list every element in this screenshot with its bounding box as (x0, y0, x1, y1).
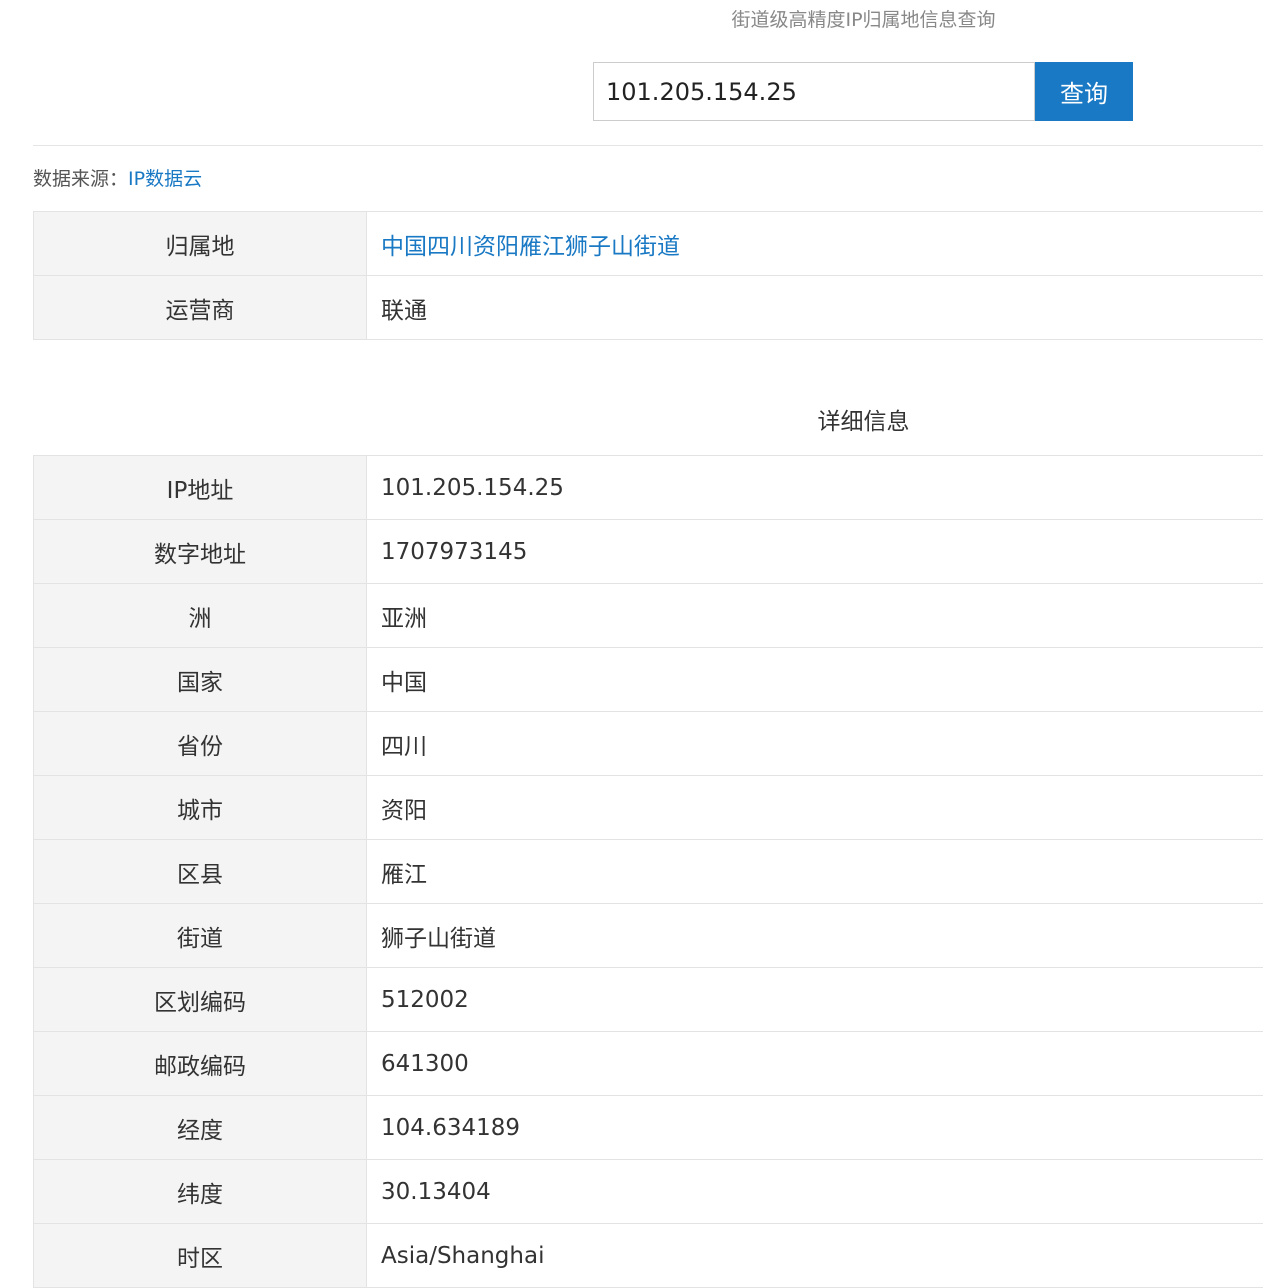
detail-label: 邮政编码 (34, 1032, 367, 1096)
table-row: 纬度 30.13404 (34, 1160, 1263, 1224)
data-source: 数据来源：IP数据云 (33, 165, 202, 193)
detail-label: 洲 (34, 584, 367, 648)
details-table: IP地址 101.205.154.25 数字地址 1707973145 洲 亚洲… (33, 455, 1263, 1288)
detail-value: 104.634189 (367, 1096, 1263, 1160)
detail-value: 1707973145 (367, 520, 1263, 584)
detail-label: 城市 (34, 776, 367, 840)
detail-label: IP地址 (34, 456, 367, 520)
detail-value: 641300 (367, 1032, 1263, 1096)
search-button[interactable]: 查询 (1035, 62, 1133, 121)
table-row: 区划编码 512002 (34, 968, 1263, 1032)
data-source-link[interactable]: IP数据云 (128, 168, 202, 190)
detail-label: 数字地址 (34, 520, 367, 584)
table-row: 街道 狮子山街道 (34, 904, 1263, 968)
table-row: 城市 资阳 (34, 776, 1263, 840)
details-title: 详细信息 (600, 406, 1127, 438)
table-row: 国家 中国 (34, 648, 1263, 712)
detail-value: 狮子山街道 (367, 904, 1263, 968)
detail-value: 亚洲 (367, 584, 1263, 648)
table-row: 经度 104.634189 (34, 1096, 1263, 1160)
summary-table: 归属地 中国四川资阳雁江狮子山街道 运营商 联通 (33, 211, 1263, 340)
table-row: IP地址 101.205.154.25 (34, 456, 1263, 520)
detail-label: 街道 (34, 904, 367, 968)
detail-value: 512002 (367, 968, 1263, 1032)
detail-label: 省份 (34, 712, 367, 776)
detail-label: 区划编码 (34, 968, 367, 1032)
detail-value: 资阳 (367, 776, 1263, 840)
table-row: 区县 雁江 (34, 840, 1263, 904)
summary-location-value: 中国四川资阳雁江狮子山街道 (367, 212, 1263, 276)
ip-search-input[interactable] (593, 62, 1035, 121)
detail-value: 雁江 (367, 840, 1263, 904)
summary-label: 运营商 (34, 276, 367, 340)
summary-isp-value: 联通 (367, 276, 1263, 340)
detail-value: 四川 (367, 712, 1263, 776)
summary-label: 归属地 (34, 212, 367, 276)
detail-label: 纬度 (34, 1160, 367, 1224)
detail-value: 101.205.154.25 (367, 456, 1263, 520)
table-row: 省份 四川 (34, 712, 1263, 776)
table-row: 洲 亚洲 (34, 584, 1263, 648)
data-source-label: 数据来源： (33, 168, 128, 190)
header-divider (33, 145, 1263, 146)
detail-value: 中国 (367, 648, 1263, 712)
summary-row-location: 归属地 中国四川资阳雁江狮子山街道 (34, 212, 1263, 276)
summary-row-isp: 运营商 联通 (34, 276, 1263, 340)
detail-label: 区县 (34, 840, 367, 904)
detail-label: 国家 (34, 648, 367, 712)
detail-value: 30.13404 (367, 1160, 1263, 1224)
page-subtitle: 街道级高精度IP归属地信息查询 (600, 6, 1127, 34)
table-row: 邮政编码 641300 (34, 1032, 1263, 1096)
detail-label: 经度 (34, 1096, 367, 1160)
table-row: 数字地址 1707973145 (34, 520, 1263, 584)
